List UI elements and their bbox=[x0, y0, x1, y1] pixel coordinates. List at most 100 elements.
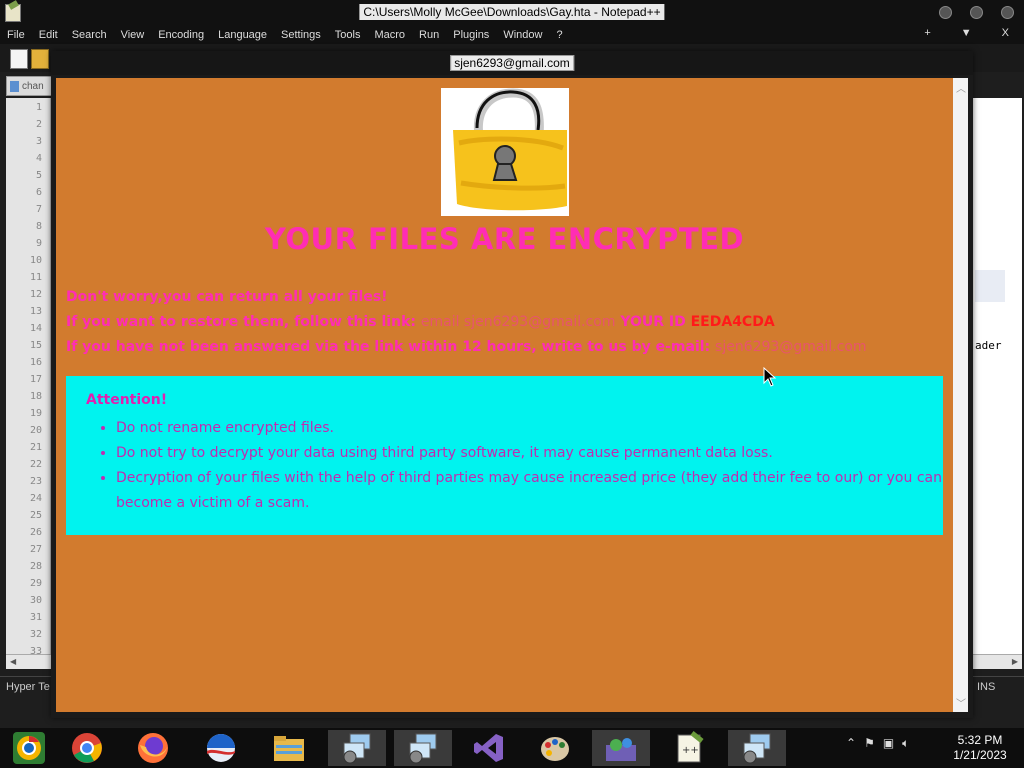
close-tab-button[interactable]: X bbox=[995, 27, 1016, 39]
menu-encoding[interactable]: Encoding bbox=[151, 29, 211, 41]
line-number: 9 bbox=[35, 238, 42, 249]
paint-icon bbox=[541, 737, 569, 761]
messenger-icon bbox=[606, 738, 636, 761]
firefox-icon bbox=[138, 733, 168, 763]
remote-desktop-icon bbox=[409, 733, 437, 764]
menu-run[interactable]: Run bbox=[412, 29, 446, 41]
close-button[interactable] bbox=[1001, 6, 1014, 19]
line-number: 5 bbox=[35, 170, 42, 181]
restore-instruction-text: If you want to restore them, follow this… bbox=[66, 314, 416, 330]
line-number: 2 bbox=[35, 119, 42, 130]
taskbar-visual-studio[interactable] bbox=[460, 730, 518, 766]
document-icon bbox=[10, 80, 19, 92]
line-number: 22 bbox=[29, 459, 42, 470]
menu-file[interactable]: File bbox=[0, 29, 32, 41]
menu-settings[interactable]: Settings bbox=[274, 29, 328, 41]
attention-list: Do not rename encrypted files. Do not tr… bbox=[96, 416, 946, 516]
victim-id-label: YOUR ID bbox=[620, 314, 686, 330]
line-number: 14 bbox=[29, 323, 42, 334]
line-number: 32 bbox=[29, 629, 42, 640]
visual-studio-icon bbox=[474, 734, 503, 762]
scroll-right-icon[interactable]: ▶ bbox=[1012, 657, 1018, 666]
add-tab-button[interactable]: + bbox=[917, 27, 937, 39]
attention-panel: Attention! Do not rename encrypted files… bbox=[66, 376, 943, 535]
ransom-headline: YOUR FILES ARE ENCRYPTED bbox=[264, 222, 745, 256]
taskbar-clock[interactable]: 5:32 PM 1/21/2023 bbox=[940, 733, 1020, 763]
volume-icon[interactable]: 🔈︎ bbox=[902, 736, 909, 751]
chrome-canary-icon bbox=[13, 732, 45, 764]
menu-tools[interactable]: Tools bbox=[328, 29, 368, 41]
notepadpp-icon: ++ bbox=[677, 731, 704, 763]
network-icon[interactable]: ▣ bbox=[883, 736, 894, 751]
file-explorer-icon bbox=[274, 736, 304, 761]
menu-macro[interactable]: Macro bbox=[367, 29, 412, 41]
attention-item: Decryption of your files with the help o… bbox=[116, 466, 946, 516]
mouse-cursor-icon bbox=[763, 367, 777, 387]
taskbar-messenger[interactable] bbox=[592, 730, 650, 766]
chevron-up-icon[interactable]: ⌃ bbox=[846, 736, 856, 751]
status-insert-mode: INS bbox=[977, 681, 996, 693]
attention-heading: Attention! bbox=[86, 392, 168, 408]
scroll-up-icon[interactable]: ︿ bbox=[956, 80, 966, 95]
flag-icon[interactable]: ⚑ bbox=[864, 736, 875, 751]
line-number: 30 bbox=[29, 595, 42, 606]
maximize-button[interactable] bbox=[970, 6, 983, 19]
menu-edit[interactable]: Edit bbox=[32, 29, 65, 41]
taskbar-chrome[interactable] bbox=[58, 730, 116, 766]
notepadpp-app-icon bbox=[5, 4, 21, 22]
tab-list-button[interactable]: ▼ bbox=[954, 27, 979, 39]
line-number: 6 bbox=[35, 187, 42, 198]
minimize-button[interactable] bbox=[939, 6, 952, 19]
taskbar-remote-desktop-2[interactable] bbox=[394, 730, 452, 766]
editor-text-fragment: ader bbox=[975, 339, 1002, 352]
line-number: 16 bbox=[29, 357, 42, 368]
taskbar-chrome-canary[interactable] bbox=[0, 730, 58, 766]
ransom-note-body: YOUR FILES ARE ENCRYPTED Don't worry,you… bbox=[56, 78, 953, 712]
line-number: 17 bbox=[29, 374, 42, 385]
line-number: 1 bbox=[35, 102, 42, 113]
line-number: 18 bbox=[29, 391, 42, 402]
fallback-instruction-text: If you have not been answered via the li… bbox=[66, 339, 711, 355]
menu-window[interactable]: Window bbox=[496, 29, 549, 41]
line-number: 20 bbox=[29, 425, 42, 436]
taskbar: ++ ⌃ ⚑ ▣ 🔈︎ 5:32 PM 1/21/2023 bbox=[0, 728, 1024, 768]
fallback-email[interactable]: sjen6293@gmail.com bbox=[715, 339, 867, 355]
attention-item: Do not rename encrypted files. bbox=[116, 416, 946, 441]
menu-help[interactable]: ? bbox=[549, 29, 569, 41]
taskbar-notepadpp[interactable]: ++ bbox=[660, 730, 718, 766]
line-number: 28 bbox=[29, 561, 42, 572]
line-number: 29 bbox=[29, 578, 42, 589]
taskbar-firefox[interactable] bbox=[124, 730, 182, 766]
taskbar-outlook[interactable] bbox=[192, 730, 250, 766]
line-number: 25 bbox=[29, 510, 42, 521]
remote-desktop-icon bbox=[743, 733, 771, 764]
taskbar-remote-desktop-1[interactable] bbox=[328, 730, 386, 766]
taskbar-file-explorer[interactable] bbox=[260, 730, 318, 766]
taskbar-paint[interactable] bbox=[526, 730, 584, 766]
line-number: 19 bbox=[29, 408, 42, 419]
line-number: 21 bbox=[29, 442, 42, 453]
ransom-vertical-scrollbar[interactable]: ︿ ﹀ bbox=[953, 78, 968, 712]
line-number: 23 bbox=[29, 476, 42, 487]
menu-plugins[interactable]: Plugins bbox=[446, 29, 496, 41]
contact-email-link[interactable]: email sjen6293@gmail.com bbox=[421, 314, 616, 330]
open-file-icon[interactable] bbox=[31, 49, 49, 69]
line-number: 13 bbox=[29, 306, 42, 317]
scroll-left-icon[interactable]: ◀ bbox=[10, 657, 16, 666]
menu-language[interactable]: Language bbox=[211, 29, 274, 41]
remote-desktop-icon bbox=[343, 733, 371, 764]
ransom-note-window: sjen6293@gmail.com YOUR FILES ARE ENCRYP… bbox=[51, 51, 973, 718]
new-file-icon[interactable] bbox=[10, 49, 28, 69]
notepadpp-menu-bar: File Edit Search View Encoding Language … bbox=[0, 26, 1024, 44]
notepadpp-title-bar[interactable]: C:\Users\Molly McGee\Downloads\Gay.hta -… bbox=[0, 0, 1024, 26]
menu-search[interactable]: Search bbox=[65, 29, 114, 41]
victim-id-value: EEDA4CDA bbox=[690, 314, 775, 330]
scroll-down-icon[interactable]: ﹀ bbox=[956, 695, 966, 710]
restore-instruction-line: If you want to restore them, follow this… bbox=[66, 314, 775, 330]
clock-date: 1/21/2023 bbox=[953, 748, 1007, 762]
line-number: 27 bbox=[29, 544, 42, 555]
ransom-window-title-bar[interactable]: sjen6293@gmail.com bbox=[51, 51, 973, 75]
taskbar-remote-desktop-3[interactable] bbox=[728, 730, 786, 766]
menu-view[interactable]: View bbox=[114, 29, 152, 41]
padlock-image bbox=[441, 88, 569, 216]
